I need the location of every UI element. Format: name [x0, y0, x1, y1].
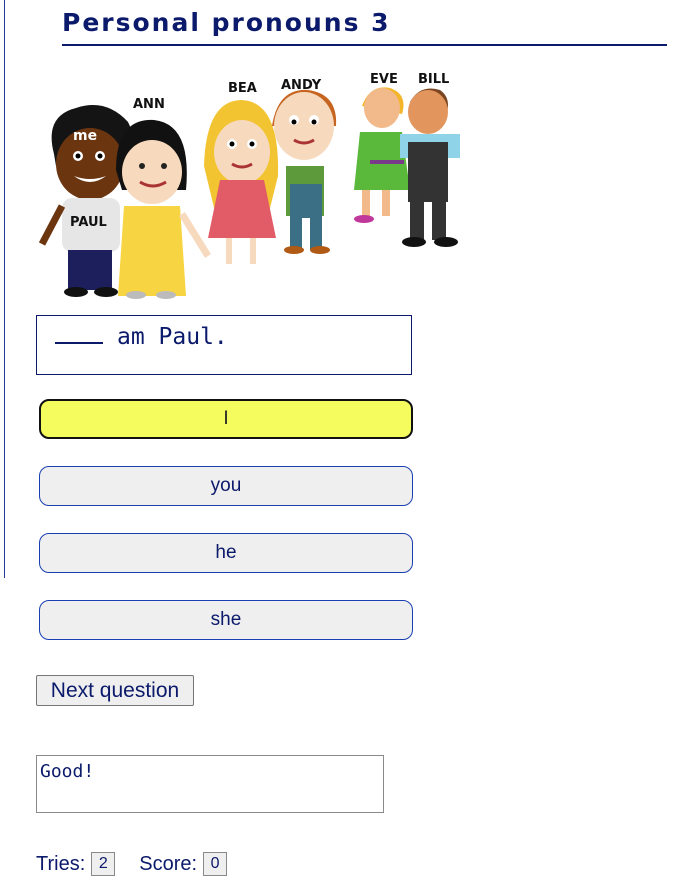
label-ann: ANN	[133, 97, 165, 112]
choice-button-he[interactable]: he	[39, 533, 413, 573]
label-andy: ANDY	[281, 78, 322, 93]
question-box: am Paul.	[36, 315, 412, 375]
label-paul: PAUL	[70, 215, 107, 230]
next-question-button[interactable]: Next question	[36, 675, 194, 706]
tries-count: 2	[91, 852, 116, 876]
left-border-line	[4, 0, 5, 578]
page-title: Personal pronouns 3	[62, 8, 391, 37]
label-eve: EVE	[370, 72, 398, 87]
question-text: am Paul.	[55, 320, 228, 350]
label-bill: BILL	[418, 72, 449, 87]
bea-figure	[204, 100, 279, 264]
score-count: 0	[203, 852, 228, 876]
tries-label: Tries:	[36, 852, 86, 875]
question-blank	[55, 320, 103, 344]
ann-figure	[116, 119, 211, 299]
children-illustration: me PAUL ANN BEA ANDY EVE BILL	[38, 72, 460, 299]
label-me: me	[73, 128, 97, 144]
stats-bar: Tries: 2 Score: 0	[36, 852, 228, 876]
title-underline	[62, 44, 667, 46]
question-sentence: am Paul.	[117, 324, 228, 350]
choice-button-i[interactable]: I	[39, 399, 413, 439]
choice-button-she[interactable]: she	[39, 600, 413, 640]
feedback-box: Good!	[36, 755, 384, 813]
bill-figure	[400, 88, 460, 247]
choice-button-you[interactable]: you	[39, 466, 413, 506]
score-label: Score:	[139, 852, 198, 875]
label-bea: BEA	[228, 81, 257, 96]
andy-figure	[272, 89, 337, 254]
feedback-text: Good!	[40, 761, 95, 782]
